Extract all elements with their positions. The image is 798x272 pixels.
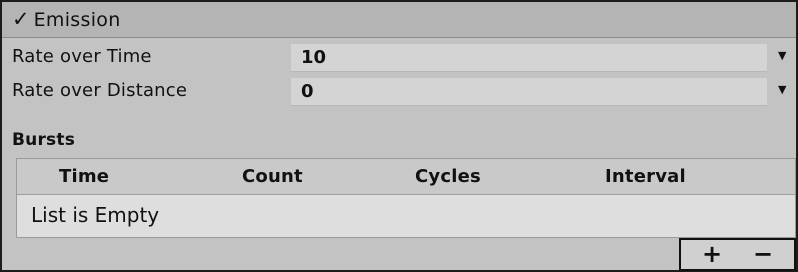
emission-module-panel: ✓ Emission Rate over Time 10 ▼ Rate over… [2, 2, 796, 271]
bursts-list: Time Count Cycles Interval List is Empty [16, 158, 796, 238]
list-buttons: + − [679, 238, 796, 271]
rate-over-time-row: Rate over Time 10 ▼ [2, 43, 796, 73]
column-header-time: Time [59, 166, 110, 187]
rate-over-distance-label: Rate over Distance [12, 80, 188, 101]
add-burst-button[interactable]: + [687, 240, 737, 269]
rate-over-distance-row: Rate over Distance 0 ▼ [2, 77, 796, 107]
rate-over-time-label: Rate over Time [12, 46, 152, 67]
column-header-count: Count [242, 166, 303, 187]
rate-over-distance-field[interactable]: 0 [291, 78, 767, 106]
rate-over-time-field[interactable]: 10 [291, 44, 767, 72]
bursts-list-body: List is Empty [17, 195, 795, 237]
column-header-cycles: Cycles [415, 166, 481, 187]
check-icon[interactable]: ✓ [12, 9, 30, 30]
dropdown-arrow-icon[interactable]: ▼ [778, 83, 786, 96]
column-header-interval: Interval [605, 166, 686, 187]
module-title: Emission [33, 8, 121, 31]
list-empty-text: List is Empty [31, 203, 160, 227]
remove-burst-button[interactable]: − [738, 240, 788, 269]
module-header[interactable]: ✓ Emission [2, 2, 796, 38]
bursts-label: Bursts [12, 130, 76, 150]
bursts-list-header: Time Count Cycles Interval [17, 159, 795, 195]
dropdown-arrow-icon[interactable]: ▼ [778, 49, 786, 62]
